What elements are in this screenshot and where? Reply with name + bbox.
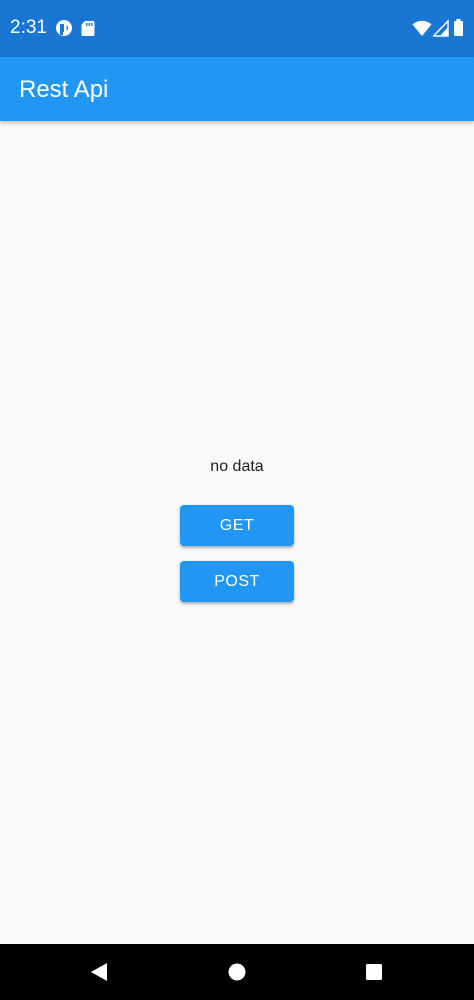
status-bar: 2:31 <box>0 0 474 57</box>
main-content: no data GET POST <box>0 121 474 944</box>
battery-icon <box>454 19 463 36</box>
recents-icon[interactable] <box>354 952 394 992</box>
sd-card-icon <box>81 21 95 36</box>
back-icon[interactable] <box>80 952 120 992</box>
app-bar: Rest Api <box>0 57 474 121</box>
app-notification-icon <box>56 20 72 36</box>
get-button[interactable]: GET <box>180 505 294 546</box>
cellular-signal-icon <box>433 19 449 37</box>
app-screen: 2:31 Rest Api no data GET POST <box>0 0 474 1000</box>
navigation-bar <box>0 944 474 1000</box>
app-title: Rest Api <box>19 76 109 103</box>
status-time: 2:31 <box>10 17 47 38</box>
home-icon[interactable] <box>217 952 257 992</box>
post-button[interactable]: POST <box>180 561 294 602</box>
result-text: no data <box>210 458 264 475</box>
wifi-icon <box>412 20 432 36</box>
